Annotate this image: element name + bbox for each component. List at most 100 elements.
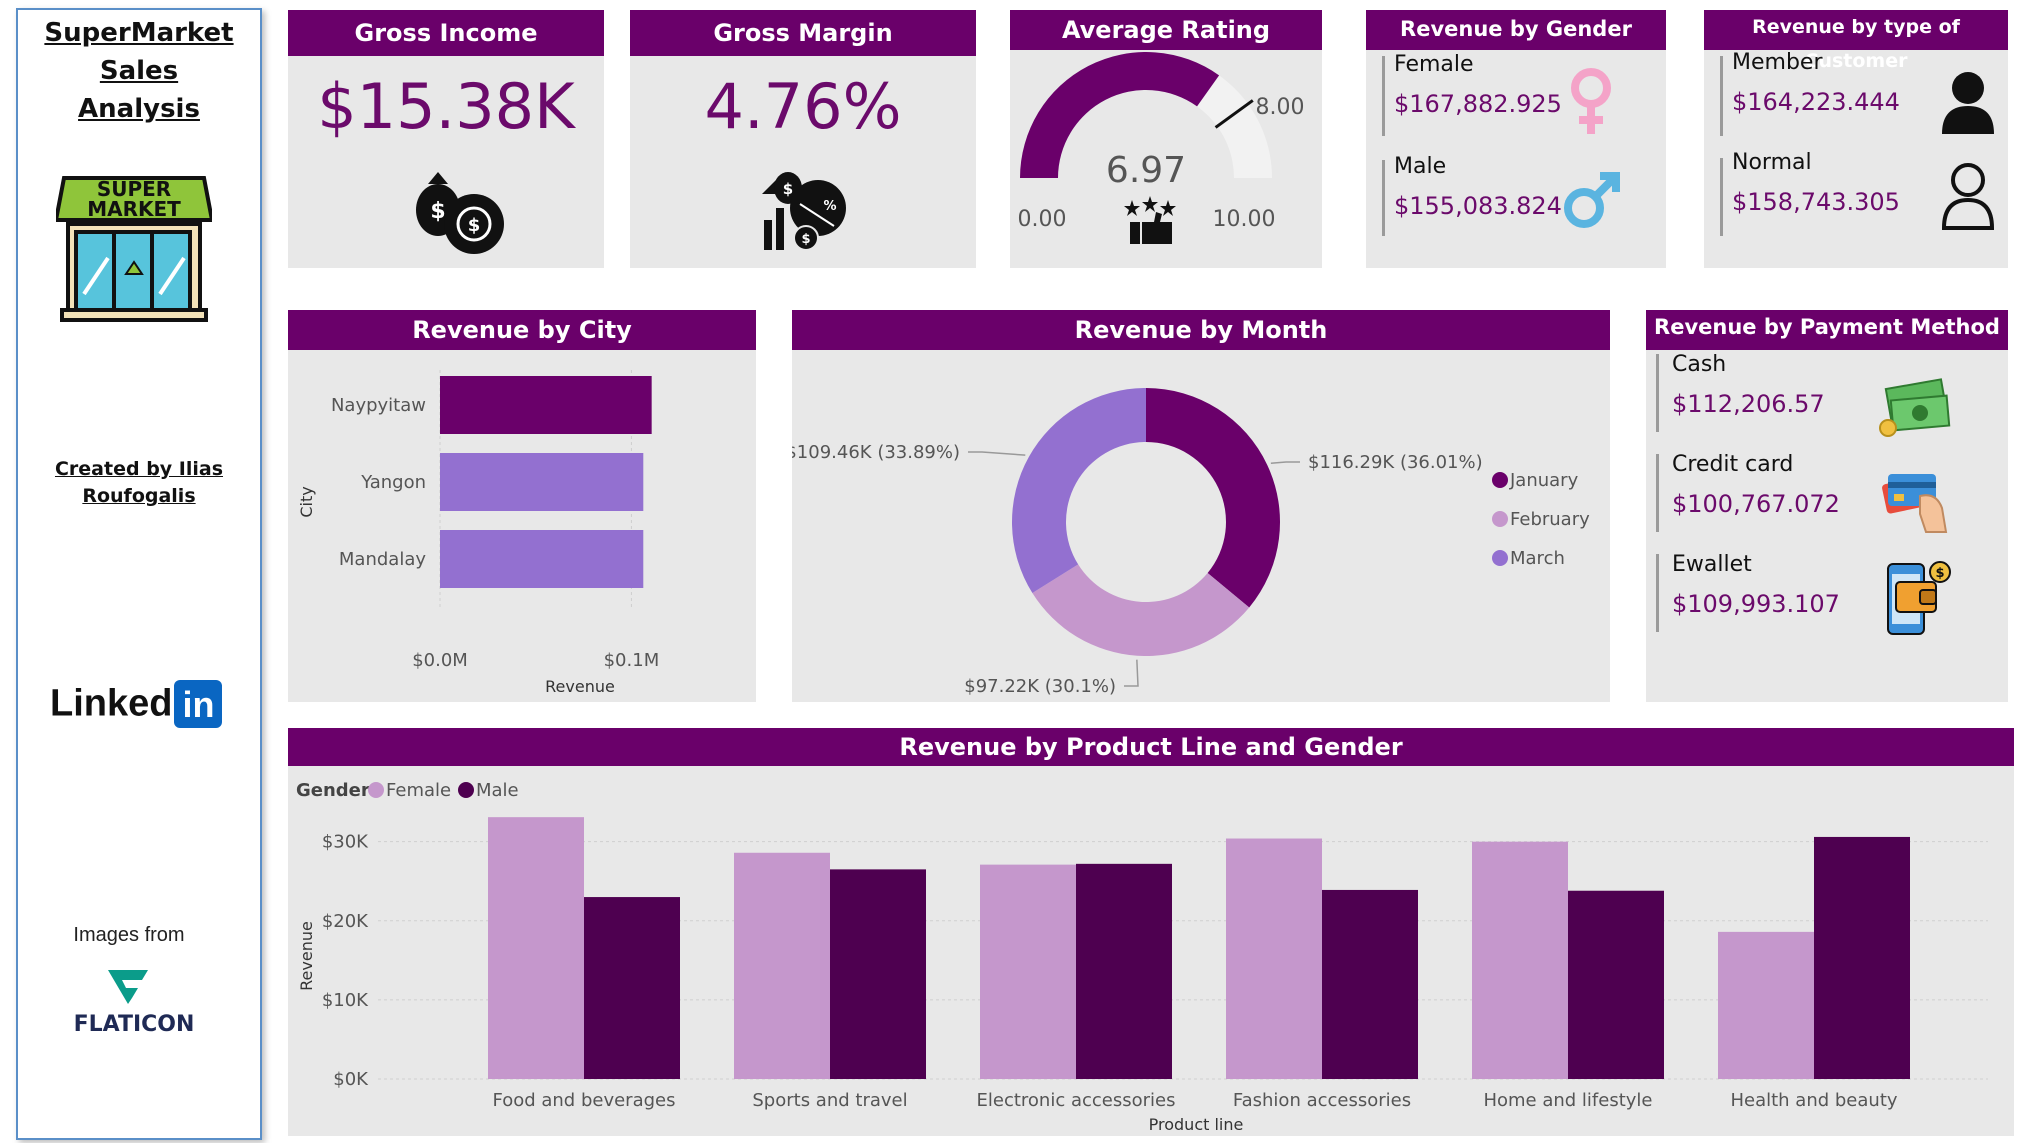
divider [1720,56,1723,136]
gauge-target-label: 8.00 [1256,95,1305,120]
revenue-by-product-card: Revenue by Product Line and Gender Gende… [288,728,2014,1136]
female-value: $167,882.925 [1394,90,1562,118]
product-bar [1814,836,1910,1079]
flaticon-wordmark: FLATICON [73,1012,195,1037]
product-y-tick: $0K [333,1069,369,1090]
member-value: $164,223.444 [1732,88,1900,116]
month-donut-slice [1012,388,1146,594]
divider [1382,160,1385,236]
city-bar-chart: $0.0M $0.1M Naypyitaw Yangon Mandalay Revenue… [297,370,660,696]
credit-card-value: $100,767.072 [1672,490,1840,518]
average-rating-card: Average Rating 6.97 0.00 10.00 8.00 [1010,10,1322,268]
svg-text:$: $ [430,199,445,224]
svg-text:%: % [823,199,836,214]
linkedin-logo[interactable]: Linked in [50,680,223,728]
gender-card-title: Revenue by Gender [1366,10,1666,50]
product-x-axis-title: Product line [1149,1115,1244,1134]
product-bar [830,869,926,1079]
svg-text:$: $ [801,232,810,247]
month-donut-slice [1146,388,1280,608]
product-y-tick: $20K [322,911,369,932]
female-symbol-icon [1571,68,1611,134]
city-bar [440,453,644,511]
male-label: Male [1394,154,1447,179]
city-x-tick: $0.1M [604,650,660,671]
dashboard-title: SuperMarket Sales Analysis [44,18,234,124]
female-label: Female [1394,52,1474,77]
product-legend-title: Gender [296,780,370,801]
divider [1720,158,1723,236]
average-rating-title: Average Rating [1010,10,1322,50]
month-chart-title: Revenue by Month [792,310,1610,350]
product-category-label: Food and beverages [492,1090,675,1111]
product-bar [1226,838,1322,1079]
gross-margin-title: Gross Margin [630,10,976,56]
city-category-label: Naypyitaw [331,395,426,416]
money-bags-icon: $ $ [416,172,504,254]
month-legend-marker [1492,550,1508,566]
gross-income-card: Gross Income $15.38K $ $ [288,10,604,268]
images-from-label: Images from [73,924,185,946]
product-grouped-bar-chart: Gender Female Male $0K $10K $20K $30K Food and … [296,780,1988,1134]
normal-value: $158,743.305 [1732,188,1900,216]
product-bar [1322,889,1418,1079]
month-legend-label: January [1509,470,1579,491]
product-category-label: Sports and travel [752,1090,907,1111]
svg-text:$: $ [1935,566,1944,581]
product-category-label: Home and lifestyle [1483,1090,1652,1111]
stars-thumbs-up-icon [1124,196,1176,244]
author-credit[interactable]: Created by Ilias Roufogalis [18,456,260,510]
divider [1382,56,1385,136]
member-label: Member [1732,50,1823,75]
product-category-label: Electronic accessories [977,1090,1176,1111]
ewallet-label: Ewallet [1672,552,1752,577]
month-legend-label: February [1510,509,1590,530]
product-y-tick: $10K [322,990,369,1011]
product-legend-label: Female [386,780,451,801]
rating-gauge: 6.97 0.00 10.00 8.00 [1018,51,1305,244]
product-y-axis-title: Revenue [297,921,316,991]
revenue-by-gender-card: Revenue by Gender Female $167,882.925 Ma… [1366,10,1666,268]
month-label-leader [1270,461,1300,465]
city-x-axis-title: Revenue [545,677,615,696]
male-symbol-icon [1564,172,1620,228]
cash-label: Cash [1672,352,1727,377]
month-label-leader [968,451,1026,456]
product-y-tick: $30K [322,832,369,853]
credit-card-label: Credit card [1672,452,1794,477]
gauge-min: 0.00 [1018,207,1067,232]
city-chart-title: Revenue by City [288,310,756,350]
product-category-label: Fashion accessories [1233,1090,1411,1111]
customer-card-title: Revenue by type of Customer [1704,10,2008,72]
gross-margin-value: 4.76% [704,70,902,143]
payment-card-title: Revenue by Payment Method [1646,310,2008,350]
sidebar: SuperMarket Sales Analysis SUPER MARKET C… [16,8,262,1140]
normal-user-icon [1941,163,1995,230]
city-y-axis-title: City [297,486,316,517]
growth-chart-icon: $ % $ [762,172,846,251]
gross-margin-card: Gross Margin 4.76% $ % $ [630,10,976,268]
month-legend-label: March [1510,548,1565,569]
gauge-max: 10.00 [1213,207,1276,232]
male-value: $155,083.824 [1394,192,1562,220]
svg-text:$: $ [468,215,481,236]
divider [1656,554,1659,632]
product-bar [1472,841,1568,1079]
month-legend-marker [1492,472,1508,488]
gauge-value: 6.97 [1106,150,1186,191]
city-bar [440,530,644,588]
divider [1656,354,1659,432]
cash-money-icon [1879,378,1951,437]
svg-text:MARKET: MARKET [87,197,181,221]
product-bar [1076,863,1172,1079]
flaticon-icon [108,970,148,1004]
ewallet-phone-icon: $ [1887,561,1951,635]
month-label-leader [1124,659,1139,687]
month-legend-marker [1492,511,1508,527]
product-legend-label: Male [476,780,519,801]
ewallet-value: $109,993.107 [1672,590,1840,618]
product-legend-marker [368,782,384,798]
cash-value: $112,206.57 [1672,390,1825,418]
product-legend-marker [458,782,474,798]
revenue-by-city-card: Revenue by City $0.0M $0.1M Naypyitaw Yango… [288,310,756,702]
